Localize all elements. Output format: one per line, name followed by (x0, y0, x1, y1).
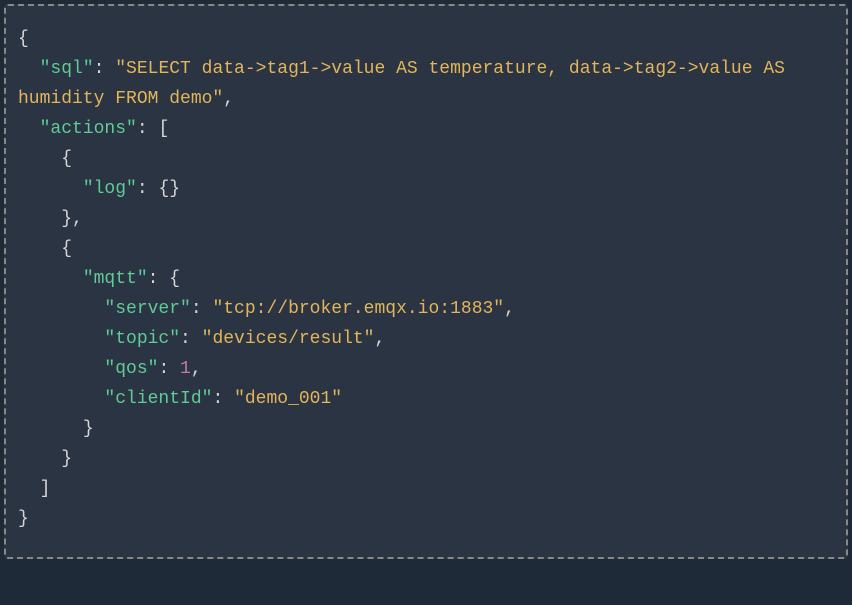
value-sql: "SELECT data->tag1->value AS temperature… (18, 59, 796, 109)
value-qos: 1 (180, 359, 191, 379)
json-code-block: { "sql": "SELECT data->tag1->value AS te… (4, 4, 848, 559)
bracket-open: [ (158, 119, 169, 139)
value-topic: "devices/result" (202, 329, 375, 349)
value-clientId: "demo_001" (234, 389, 342, 409)
brace-close: } (18, 509, 29, 529)
key-topic: "topic" (104, 329, 180, 349)
key-server: "server" (104, 299, 190, 319)
brace-open: { (18, 29, 29, 49)
key-sql: "sql" (40, 59, 94, 79)
key-log: "log" (83, 179, 137, 199)
empty-object: {} (158, 179, 180, 199)
value-server: "tcp://broker.emqx.io:1883" (212, 299, 504, 319)
key-clientId: "clientId" (104, 389, 212, 409)
key-actions: "actions" (40, 119, 137, 139)
key-qos: "qos" (104, 359, 158, 379)
key-mqtt: "mqtt" (83, 269, 148, 289)
bracket-close: ] (40, 479, 51, 499)
